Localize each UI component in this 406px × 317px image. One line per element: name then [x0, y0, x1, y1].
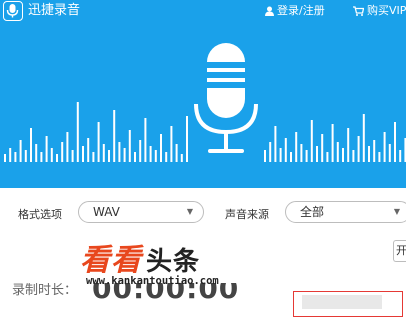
wave-bar	[279, 148, 282, 162]
cart-icon	[353, 6, 364, 16]
header-banner: 迅捷录音 登录/注册 购买VIP	[0, 0, 406, 188]
wave-bar	[300, 144, 303, 162]
wave-bar	[383, 132, 386, 162]
chevron-down-icon: ▼	[186, 207, 193, 216]
wave-bar	[347, 128, 350, 162]
wave-bar	[154, 150, 157, 162]
wave-bar	[144, 118, 147, 162]
wave-bar	[14, 152, 17, 162]
wave-bar	[92, 152, 95, 162]
wave-bar	[50, 148, 53, 162]
wave-bar	[113, 110, 116, 162]
wave-bar	[394, 122, 396, 162]
wave-bar	[87, 138, 90, 162]
wave-bar	[97, 122, 100, 162]
wave-bar	[45, 136, 48, 162]
wave-bar	[66, 132, 69, 162]
record-button-face	[302, 295, 382, 309]
wave-bar	[71, 150, 74, 162]
watermark-brand-part1: 看看	[80, 243, 142, 278]
wave-bar	[373, 140, 376, 162]
wave-bar	[76, 102, 79, 162]
wave-bar	[149, 146, 152, 162]
app-title: 迅捷录音	[28, 3, 81, 18]
wave-bar	[160, 134, 162, 162]
wave-bar	[274, 126, 277, 162]
duration-label: 录制时长：	[12, 283, 78, 298]
wave-bar	[186, 116, 188, 162]
watermark-brand-part2: 头条	[146, 247, 201, 277]
format-select[interactable]: WAV ▼	[78, 201, 204, 223]
wave-bar	[362, 114, 365, 162]
wave-bar	[139, 140, 142, 162]
wave-bar	[35, 144, 38, 162]
wave-bar	[321, 134, 324, 162]
buy-label: 购买VIP	[367, 4, 406, 17]
wave-bar	[175, 144, 178, 162]
wave-bar	[170, 126, 173, 162]
wave-bar	[305, 150, 308, 162]
wave-bar	[264, 150, 266, 162]
wave-bar	[40, 152, 43, 162]
wave-bar	[290, 152, 292, 162]
microphone-icon	[3, 1, 23, 21]
user-icon	[265, 6, 274, 16]
watermark-brand: 看看 头条	[80, 244, 200, 279]
wave-bar	[284, 138, 287, 162]
source-select[interactable]: 全部 ▼	[285, 201, 406, 223]
wave-bar	[295, 132, 298, 162]
wave-bar	[118, 142, 121, 162]
waveform-graphic	[4, 43, 406, 162]
format-label: 格式选项	[18, 208, 62, 221]
side-button[interactable]: 开	[393, 240, 406, 262]
wave-bar	[336, 142, 339, 162]
wave-bar	[352, 150, 355, 162]
wave-bar	[56, 154, 58, 162]
wave-bar	[316, 146, 318, 162]
wave-bar	[165, 152, 168, 162]
wave-bar	[128, 130, 131, 162]
wave-bar	[61, 142, 64, 162]
wave-bar	[399, 150, 402, 162]
chevron-down-icon: ▼	[393, 207, 400, 216]
login-label: 登录/注册	[277, 4, 325, 17]
format-value: WAV	[93, 205, 120, 219]
wave-bar	[102, 144, 105, 162]
wave-bar	[331, 124, 334, 162]
watermark-url: www.kankantoutiao.com	[86, 275, 219, 287]
wave-bar	[30, 128, 32, 162]
wave-bar	[134, 152, 136, 162]
wave-bar	[180, 154, 183, 162]
wave-bar	[123, 148, 126, 162]
buy-vip-link[interactable]: 购买VIP	[353, 4, 406, 18]
wave-bar	[9, 148, 12, 162]
wave-bar	[357, 136, 360, 162]
microphone-icon	[194, 43, 258, 153]
wave-bar	[326, 152, 329, 162]
title-bar: 迅捷录音 登录/注册 购买VIP	[0, 0, 406, 24]
wave-bar	[310, 120, 313, 162]
wave-bar	[82, 146, 84, 162]
wave-bar	[19, 140, 22, 162]
wave-bar	[108, 150, 110, 162]
source-label: 声音来源	[225, 208, 269, 221]
watermark: 看看 头条 www.kankantoutiao.com	[80, 244, 300, 290]
login-register-link[interactable]: 登录/注册	[265, 4, 325, 18]
wave-bar	[388, 144, 391, 162]
wave-bar	[342, 148, 344, 162]
wave-bar	[269, 142, 272, 162]
wave-bar	[4, 154, 6, 162]
wave-bar	[24, 150, 27, 162]
record-button[interactable]	[293, 291, 403, 317]
wave-bar	[368, 146, 370, 162]
source-value: 全部	[300, 205, 325, 219]
wave-bar	[378, 152, 381, 162]
